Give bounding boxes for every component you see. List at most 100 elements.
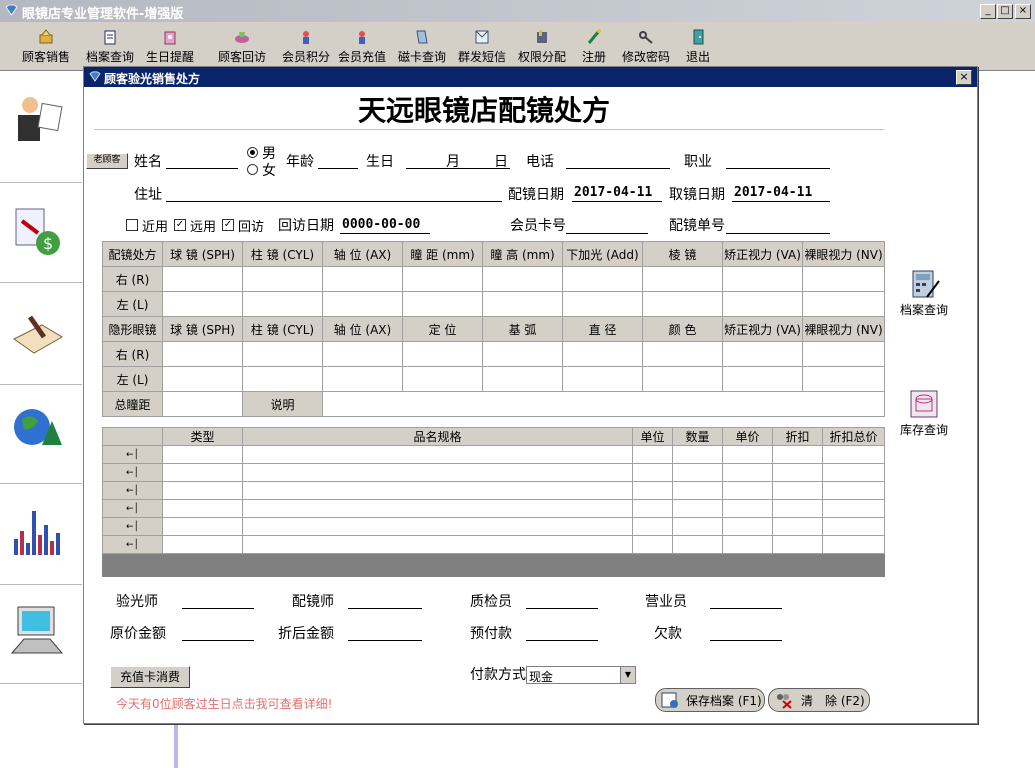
rx-cell[interactable] (482, 266, 563, 292)
address-input[interactable] (166, 201, 502, 202)
rx-cell[interactable] (322, 291, 403, 317)
contact-cell[interactable] (482, 341, 563, 367)
row-marker[interactable]: ←│ (102, 463, 163, 482)
close-button[interactable]: × (1015, 4, 1031, 19)
rx-cell[interactable] (482, 291, 563, 317)
clipboard-money-icon[interactable]: $ (8, 201, 66, 259)
contact-cell[interactable] (322, 366, 403, 392)
revisit-checkbox[interactable]: ✓ (222, 219, 234, 231)
rx-cell[interactable] (402, 291, 483, 317)
original-amount-input[interactable] (182, 640, 254, 641)
phone-input[interactable] (566, 168, 670, 169)
contact-cell[interactable] (562, 341, 643, 367)
computer-icon[interactable] (8, 601, 66, 659)
gender-female-radio[interactable] (247, 164, 258, 175)
contact-cell[interactable] (242, 366, 323, 392)
far-use-checkbox[interactable]: ✓ (174, 219, 186, 231)
rx-cell[interactable] (162, 291, 243, 317)
rx-cell[interactable] (242, 291, 323, 317)
inspector-input[interactable] (526, 608, 598, 609)
chevron-down-icon[interactable]: ▼ (620, 667, 635, 683)
rx-cell[interactable] (722, 291, 803, 317)
contact-cell[interactable] (722, 366, 803, 392)
clear-button[interactable]: 清 除 (F2) (768, 688, 870, 712)
toolbar-permission-assign[interactable]: 权限分配 (514, 26, 570, 68)
prepaid-input[interactable] (526, 640, 598, 641)
toolbar-member-points[interactable]: 会员积分 (278, 26, 334, 68)
fit-date-value[interactable]: 2017-04-11 (574, 185, 652, 200)
near-use-checkbox[interactable] (126, 219, 138, 231)
contact-cell[interactable] (802, 366, 885, 392)
row-marker[interactable]: ←│ (102, 481, 163, 500)
contact-cell[interactable] (482, 366, 563, 392)
toolbar-card-query[interactable]: 磁卡查询 (394, 26, 450, 68)
recharge-card-button[interactable]: 充值卡消费 (110, 666, 190, 688)
sales-input[interactable] (710, 608, 782, 609)
note-input[interactable] (322, 391, 885, 417)
contact-cell[interactable] (562, 366, 643, 392)
contact-cell[interactable] (162, 366, 243, 392)
contact-cell[interactable] (642, 341, 723, 367)
toolbar-birthday-reminder[interactable]: 生日提醒 (142, 26, 198, 68)
row-marker[interactable]: ←│ (102, 445, 163, 464)
rx-cell[interactable] (642, 266, 723, 292)
contact-cell[interactable] (322, 341, 403, 367)
toolbar-customer-sales[interactable]: 顾客销售 (16, 26, 76, 68)
optometrist-input[interactable] (182, 608, 254, 609)
job-input[interactable] (726, 168, 830, 169)
toolbar-member-recharge[interactable]: 会员充值 (334, 26, 390, 68)
rx-cell[interactable] (162, 266, 243, 292)
rx-cell[interactable] (802, 291, 885, 317)
pick-date-value[interactable]: 2017-04-11 (734, 185, 812, 200)
age-input[interactable] (318, 168, 358, 169)
toolbar-change-password[interactable]: 修改密码 (618, 26, 674, 68)
dialog-close-button[interactable]: × (956, 70, 972, 85)
contact-cell[interactable] (642, 366, 723, 392)
contact-cell[interactable] (402, 366, 483, 392)
row-marker[interactable]: ←│ (102, 535, 163, 554)
table-row: ←│ (102, 445, 885, 464)
revisit-date-value[interactable]: 0000-00-00 (342, 217, 420, 232)
toolbar-customer-revisit[interactable]: 顾客回访 (212, 26, 272, 68)
contact-cell[interactable] (722, 341, 803, 367)
contact-cell[interactable] (242, 341, 323, 367)
rx-cell[interactable] (802, 266, 885, 292)
rx-cell[interactable] (562, 266, 643, 292)
writing-hand-icon[interactable] (8, 303, 66, 361)
rx-cell[interactable] (562, 291, 643, 317)
minimize-button[interactable]: _ (980, 4, 996, 19)
bar-chart-icon[interactable] (8, 503, 66, 561)
side-archive-query-button[interactable]: 档案查询 (894, 267, 954, 318)
globe-tree-icon[interactable] (8, 399, 66, 457)
row-marker[interactable]: ←│ (102, 499, 163, 518)
save-archive-button[interactable]: 保存档案 (F1) (655, 688, 765, 712)
toolbar-archive-query[interactable]: 档案查询 (82, 26, 138, 68)
contact-cell[interactable] (402, 341, 483, 367)
discount-amount-input[interactable] (348, 640, 422, 641)
gender-male-radio[interactable] (247, 147, 258, 158)
owed-input[interactable] (710, 640, 782, 641)
toolbar-register[interactable]: 注册 (574, 26, 614, 68)
contact-header-row: 隐形眼镜 球 镜 (SPH) 柱 镜 (CYL) 轴 位 (AX) 定 位 基 … (102, 316, 885, 342)
row-marker[interactable]: ←│ (102, 517, 163, 536)
total-pd-input[interactable] (162, 391, 243, 417)
member-card-input[interactable] (566, 233, 648, 234)
side-stock-query-button[interactable]: 库存查询 (894, 387, 954, 438)
rx-cell[interactable] (642, 291, 723, 317)
name-input[interactable] (166, 168, 238, 169)
contact-cell[interactable] (802, 341, 885, 367)
birthday-notice-link[interactable]: 今天有0位顾客过生日点击我可查看详细! (116, 695, 332, 712)
old-customer-button[interactable]: 老顾客 (86, 153, 128, 169)
toolbar-mass-sms[interactable]: 群发短信 (454, 26, 510, 68)
toolbar-exit[interactable]: 退出 (680, 26, 716, 68)
rx-cell[interactable] (322, 266, 403, 292)
contact-cell[interactable] (162, 341, 243, 367)
pay-method-select[interactable]: 现金 ▼ (526, 666, 636, 684)
order-no-input[interactable] (726, 233, 830, 234)
rx-cell[interactable] (722, 266, 803, 292)
person-icon[interactable] (8, 91, 66, 149)
rx-cell[interactable] (242, 266, 323, 292)
fitter-input[interactable] (348, 608, 422, 609)
rx-cell[interactable] (402, 266, 483, 292)
maximize-button[interactable]: □ (997, 4, 1013, 19)
